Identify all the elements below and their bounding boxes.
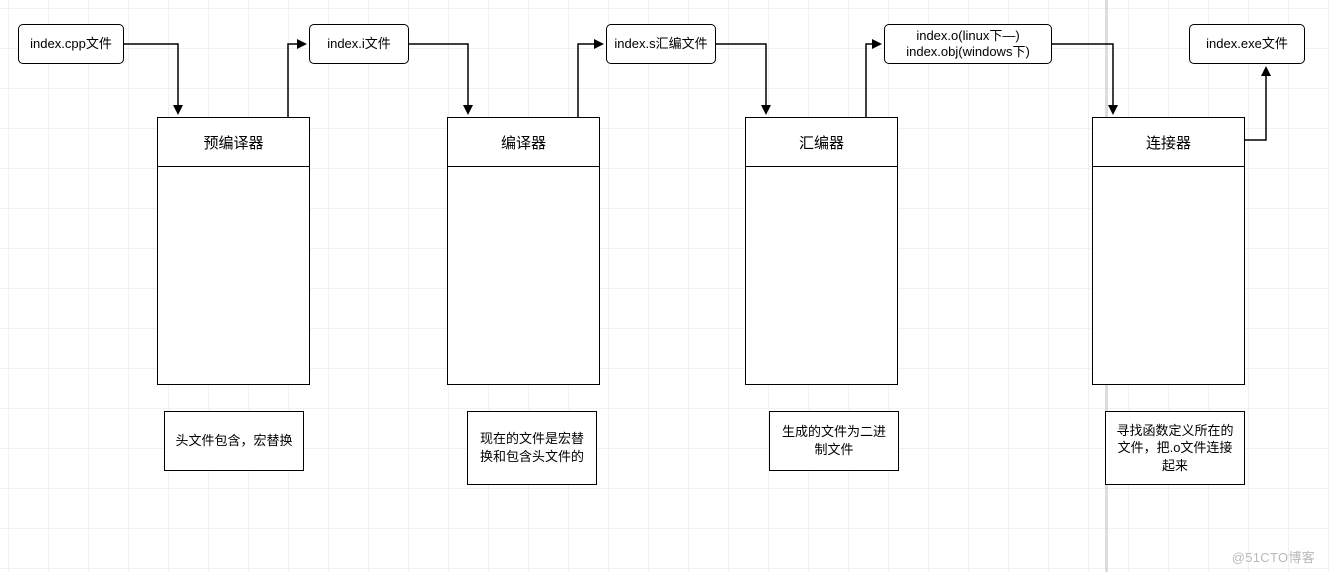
watermark-text: @51CTO博客	[1232, 547, 1315, 566]
file-node-src: index.cpp文件	[18, 24, 124, 64]
file-label: index.exe文件	[1206, 36, 1288, 52]
stage-label: 汇编器	[799, 132, 844, 153]
desc-text: 生成的文件为二进制文件	[780, 423, 888, 458]
stage-precompiler: 预编译器	[157, 117, 310, 385]
stage-title: 汇编器	[746, 118, 897, 167]
stage-label: 预编译器	[203, 132, 263, 153]
stage-assembler: 汇编器	[745, 117, 898, 385]
desc-text: 现在的文件是宏替换和包含头文件的	[478, 430, 586, 465]
stage-compiler: 编译器	[447, 117, 600, 385]
stage-title: 连接器	[1093, 118, 1244, 167]
desc-precompiler: 头文件包含，宏替换	[164, 411, 304, 471]
file-label: index.o(linux下—) index.obj(windows下)	[906, 28, 1030, 61]
desc-text: 寻找函数定义所在的文件，把.o文件连接起来	[1116, 422, 1234, 475]
file-node-s: index.s汇编文件	[606, 24, 716, 64]
file-node-i: index.i文件	[309, 24, 409, 64]
file-node-exe: index.exe文件	[1189, 24, 1305, 64]
stage-label: 编译器	[501, 132, 546, 153]
stage-title: 预编译器	[158, 118, 309, 167]
desc-linker: 寻找函数定义所在的文件，把.o文件连接起来	[1105, 411, 1245, 485]
file-label: index.cpp文件	[30, 36, 112, 52]
stage-linker: 连接器	[1092, 117, 1245, 385]
desc-compiler: 现在的文件是宏替换和包含头文件的	[467, 411, 597, 485]
stage-label: 连接器	[1146, 132, 1191, 153]
desc-text: 头文件包含，宏替换	[175, 432, 292, 450]
file-label: index.s汇编文件	[614, 36, 707, 52]
desc-assembler: 生成的文件为二进制文件	[769, 411, 899, 471]
stage-title: 编译器	[448, 118, 599, 167]
diagram-canvas: index.cpp文件 index.i文件 index.s汇编文件 index.…	[0, 0, 1329, 572]
file-node-o: index.o(linux下—) index.obj(windows下)	[884, 24, 1052, 64]
file-label: index.i文件	[327, 36, 391, 52]
